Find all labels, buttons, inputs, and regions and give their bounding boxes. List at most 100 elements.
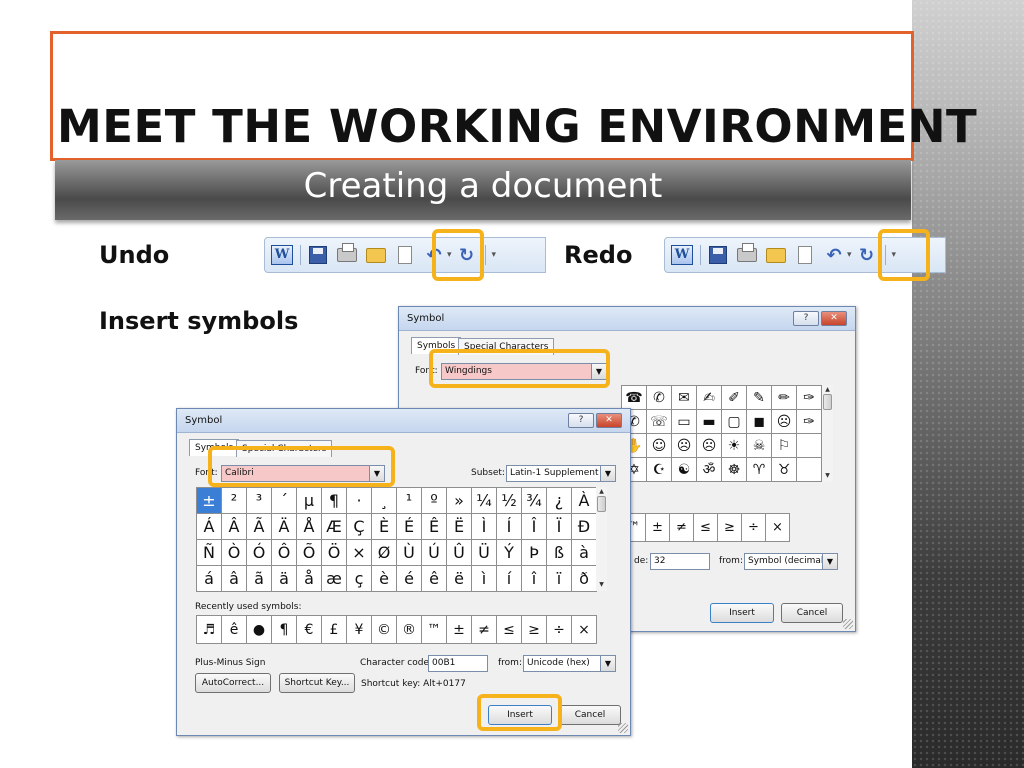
recent-symbol-cell[interactable]: × — [572, 616, 597, 644]
symbol-cell[interactable]: ¼ — [472, 488, 497, 514]
symbol-cell[interactable]: ▢ — [722, 410, 747, 434]
symbol-cell[interactable]: ⚐ — [772, 434, 797, 458]
recent-symbol-cell[interactable]: ≤ — [694, 514, 718, 542]
recent-symbol-cell[interactable]: ® — [397, 616, 422, 644]
symbol-cell[interactable]: » — [447, 488, 472, 514]
cancel-button[interactable]: Cancel — [559, 705, 621, 725]
symbol-cell[interactable]: Ì — [472, 514, 497, 540]
recent-symbol-cell[interactable]: ≠ — [472, 616, 497, 644]
symbol-cell[interactable]: ☎ — [622, 386, 647, 410]
scroll-down-icon[interactable]: ▼ — [596, 580, 607, 589]
symbol-cell[interactable]: ▬ — [697, 410, 722, 434]
symbol-cell[interactable]: ✑ — [797, 410, 822, 434]
cancel-button[interactable]: Cancel — [781, 603, 843, 623]
recent-symbol-cell[interactable]: £ — [322, 616, 347, 644]
recent-symbol-cell[interactable]: ¶ — [272, 616, 297, 644]
symbol-cell[interactable]: Ó — [247, 540, 272, 566]
symbol-cell[interactable]: ë — [447, 566, 472, 592]
symbol-cell[interactable]: · — [347, 488, 372, 514]
recent-symbol-cell[interactable]: ≥ — [718, 514, 742, 542]
symbol-cell[interactable]: ▭ — [672, 410, 697, 434]
symbol-cell[interactable]: ✏ — [772, 386, 797, 410]
symbol-cell[interactable]: ✉ — [672, 386, 697, 410]
symbol-cell[interactable]: ì — [472, 566, 497, 592]
resize-grip-icon[interactable] — [618, 723, 628, 733]
symbol-cell[interactable]: ¹ — [397, 488, 422, 514]
symbol-cell[interactable]: Î — [522, 514, 547, 540]
symbol-cell[interactable]: Ú — [422, 540, 447, 566]
undo-dropdown-icon[interactable]: ▾ — [847, 250, 852, 260]
recent-symbol-cell[interactable]: ♬ — [197, 616, 222, 644]
autocorrect-button[interactable]: AutoCorrect... — [195, 673, 271, 693]
symbol-cell[interactable]: Æ — [322, 514, 347, 540]
symbol-grid-scrollbar[interactable]: ▲ ▼ — [822, 385, 833, 482]
symbol-cell[interactable]: ³ — [247, 488, 272, 514]
symbol-cell[interactable]: í — [497, 566, 522, 592]
word-icon[interactable]: W — [271, 244, 293, 266]
symbol-cell[interactable]: Ñ — [197, 540, 222, 566]
chevron-down-icon[interactable]: ▼ — [822, 554, 837, 569]
recent-symbol-cell[interactable]: ≠ — [670, 514, 694, 542]
recent-symbol-cell[interactable]: ÷ — [547, 616, 572, 644]
close-icon[interactable]: ✕ — [596, 413, 622, 428]
symbol-cell[interactable]: ✐ — [722, 386, 747, 410]
symbol-cell[interactable]: Ï — [547, 514, 572, 540]
print-icon[interactable] — [736, 243, 758, 266]
recent-symbol-cell[interactable]: € — [297, 616, 322, 644]
recent-symbol-cell[interactable]: ± — [646, 514, 670, 542]
symbol-cell[interactable]: ´ — [272, 488, 297, 514]
symbol-cell[interactable]: Ù — [397, 540, 422, 566]
symbol-cell[interactable]: ¸ — [372, 488, 397, 514]
symbol-cell[interactable]: À — [572, 488, 597, 514]
symbol-cell[interactable]: ♉ — [772, 458, 797, 482]
symbol-cell[interactable]: ☠ — [747, 434, 772, 458]
help-icon[interactable]: ? — [793, 311, 819, 326]
symbol-cell[interactable]: ☪ — [647, 458, 672, 482]
save-icon[interactable] — [707, 244, 729, 266]
symbol-cell[interactable]: ± — [197, 488, 222, 514]
help-icon[interactable]: ? — [568, 413, 594, 428]
symbol-cell[interactable]: Ø — [372, 540, 397, 566]
symbol-cell[interactable]: ä — [272, 566, 297, 592]
symbol-cell[interactable]: Ë — [447, 514, 472, 540]
symbol-cell[interactable]: ✑ — [797, 386, 822, 410]
symbol-cell[interactable] — [797, 434, 822, 458]
recent-symbol-cell[interactable]: ÷ — [742, 514, 766, 542]
symbol-grid[interactable]: ± ² ³ ´ µ ¶ · ¸ ¹ º» ¼ ½ ¾ ¿ À Á Â Ã Ä Å Æ Ç È É Ê Ë Ì Í Î Ï Ð Ñ Ò Ó Ô Õ Ö × Ø… — [196, 487, 597, 592]
symbol-cell[interactable]: µ — [297, 488, 322, 514]
symbol-grid[interactable]: ☎ ✆ ✉ ✍ ✐ ✎ ✏ ✑ ✆ ☏ ▭ ▬ ▢ ◼ ☹ ✑ ✋ ☺ ☹ ☹ ☀ ☠ ⚐ ✡ ☪ ☯ ॐ ☸ ♈ ♉ — [621, 385, 822, 482]
symbol-cell[interactable]: × — [347, 540, 372, 566]
symbol-cell[interactable]: ï — [547, 566, 572, 592]
word-icon[interactable]: W — [671, 244, 693, 266]
insert-button[interactable]: Insert — [710, 603, 774, 623]
symbol-cell[interactable]: â — [222, 566, 247, 592]
symbol-cell[interactable]: Ò — [222, 540, 247, 566]
symbol-cell[interactable]: È — [372, 514, 397, 540]
symbol-cell[interactable]: ß — [547, 540, 572, 566]
symbol-cell[interactable]: É — [397, 514, 422, 540]
symbol-cell[interactable]: Ô — [272, 540, 297, 566]
symbol-cell[interactable]: Ü — [472, 540, 497, 566]
chevron-down-icon[interactable]: ▼ — [600, 656, 615, 671]
resize-grip-icon[interactable] — [843, 619, 853, 629]
recent-symbol-cell[interactable]: © — [372, 616, 397, 644]
symbol-cell[interactable]: é — [397, 566, 422, 592]
symbol-cell[interactable]: Ê — [422, 514, 447, 540]
recent-symbol-cell[interactable]: ™ — [422, 616, 447, 644]
scroll-up-icon[interactable]: ▲ — [822, 385, 833, 394]
recent-symbol-cell[interactable]: × — [766, 514, 790, 542]
symbol-cell[interactable]: ✍ — [697, 386, 722, 410]
scroll-thumb[interactable] — [597, 496, 606, 512]
symbol-cell[interactable]: ☹ — [772, 410, 797, 434]
open-folder-icon[interactable] — [765, 244, 787, 266]
new-document-icon[interactable] — [394, 244, 416, 266]
save-icon[interactable] — [307, 244, 329, 266]
redo-icon[interactable]: ↻ — [856, 244, 878, 266]
symbol-cell[interactable]: ¶ — [322, 488, 347, 514]
character-code-input[interactable]: 00B1 — [428, 655, 488, 672]
print-icon[interactable] — [336, 243, 358, 266]
symbol-cell[interactable]: ✎ — [747, 386, 772, 410]
symbol-cell[interactable]: ☹ — [697, 434, 722, 458]
symbol-cell[interactable]: ☯ — [672, 458, 697, 482]
from-combo[interactable]: Symbol (decimal) ▼ — [744, 553, 838, 570]
